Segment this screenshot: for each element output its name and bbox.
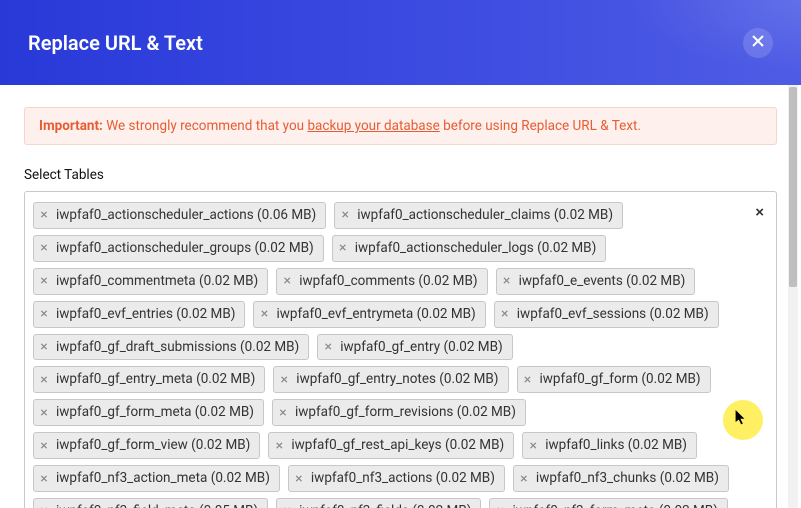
remove-chip-icon[interactable]: × <box>258 307 270 321</box>
chip-label: iwpfaf0_e_events (0.02 MB) <box>519 272 686 291</box>
chip-label: iwpfaf0_nf3_field_meta (0.05 MB) <box>56 502 258 508</box>
remove-chip-icon[interactable]: × <box>38 274 50 288</box>
remove-chip-icon[interactable]: × <box>38 504 50 508</box>
table-chip[interactable]: × iwpfaf0_nf3_fields (0.02 MB) <box>276 498 481 508</box>
table-chip[interactable]: × iwpfaf0_gf_entry_notes (0.02 MB) <box>273 366 508 393</box>
chip-label: iwpfaf0_gf_rest_api_keys (0.02 MB) <box>291 436 504 455</box>
remove-chip-icon[interactable]: × <box>281 504 293 508</box>
table-chip[interactable]: × iwpfaf0_comments (0.02 MB) <box>276 268 487 295</box>
table-chip[interactable]: × iwpfaf0_gf_form (0.02 MB) <box>517 366 711 393</box>
backup-link[interactable]: backup your database <box>307 118 439 134</box>
remove-chip-icon[interactable]: × <box>518 472 530 486</box>
table-chip[interactable]: × iwpfaf0_gf_entry_meta (0.02 MB) <box>33 366 265 393</box>
table-chip[interactable]: × iwpfaf0_evf_sessions (0.02 MB) <box>494 301 719 328</box>
chip-label: iwpfaf0_evf_entrymeta (0.02 MB) <box>276 305 475 324</box>
table-chip[interactable]: × iwpfaf0_gf_form_meta (0.02 MB) <box>33 399 264 426</box>
remove-chip-icon[interactable]: × <box>527 439 539 453</box>
remove-chip-icon[interactable]: × <box>281 274 293 288</box>
remove-chip-icon[interactable]: × <box>501 274 513 288</box>
chip-label: iwpfaf0_gf_form_view (0.02 MB) <box>56 436 250 455</box>
table-multiselect[interactable]: × iwpfaf0_actionscheduler_actions (0.06 M… <box>24 191 777 508</box>
modal-header: Replace URL & Text <box>0 0 801 85</box>
chip-label: iwpfaf0_actionscheduler_claims (0.02 MB) <box>357 206 613 225</box>
table-chip[interactable]: × iwpfaf0_actionscheduler_logs (0.02 MB) <box>332 235 607 262</box>
remove-chip-icon[interactable]: × <box>38 472 50 486</box>
table-chip[interactable]: × iwpfaf0_evf_entrymeta (0.02 MB) <box>253 301 485 328</box>
chip-label: iwpfaf0_nf3_fields (0.02 MB) <box>299 502 471 508</box>
table-chip[interactable]: × iwpfaf0_gf_rest_api_keys (0.02 MB) <box>268 432 514 459</box>
table-chip[interactable]: × iwpfaf0_gf_draft_submissions (0.02 MB) <box>33 334 309 361</box>
remove-chip-icon[interactable]: × <box>322 340 334 354</box>
notice-strong: Important: <box>39 118 103 134</box>
table-chip[interactable]: × iwpfaf0_nf3_form_meta (0.02 MB) <box>489 498 727 508</box>
remove-chip-icon[interactable]: × <box>38 406 50 420</box>
remove-chip-icon[interactable]: × <box>38 208 50 222</box>
clear-all-button[interactable]: × <box>753 202 766 223</box>
table-chip[interactable]: × iwpfaf0_nf3_actions (0.02 MB) <box>288 465 505 492</box>
remove-chip-icon[interactable]: × <box>38 307 50 321</box>
table-chip[interactable]: × iwpfaf0_gf_entry (0.02 MB) <box>317 334 512 361</box>
chip-label: iwpfaf0_gf_form_revisions (0.02 MB) <box>295 403 516 422</box>
select-tables-label: Select Tables <box>24 167 777 183</box>
chip-label: iwpfaf0_nf3_actions (0.02 MB) <box>311 469 495 488</box>
remove-chip-icon[interactable]: × <box>38 340 50 354</box>
chip-label: iwpfaf0_nf3_form_meta (0.02 MB) <box>512 502 717 508</box>
chip-label: iwpfaf0_evf_entries (0.02 MB) <box>56 305 235 324</box>
remove-chip-icon[interactable]: × <box>38 373 50 387</box>
table-chip[interactable]: × iwpfaf0_actionscheduler_groups (0.02 MB… <box>33 235 324 262</box>
remove-chip-icon[interactable]: × <box>494 504 506 508</box>
chip-label: iwpfaf0_nf3_action_meta (0.02 MB) <box>56 469 270 488</box>
chip-label: iwpfaf0_gf_entry_notes (0.02 MB) <box>296 370 498 389</box>
notice-pre: We strongly recommend that you <box>103 118 308 134</box>
table-chip[interactable]: × iwpfaf0_nf3_chunks (0.02 MB) <box>513 465 729 492</box>
table-chip[interactable]: × iwpfaf0_actionscheduler_claims (0.02 MB… <box>334 202 623 229</box>
chip-label: iwpfaf0_gf_form (0.02 MB) <box>540 370 701 389</box>
chip-label: iwpfaf0_comments (0.02 MB) <box>299 272 477 291</box>
chip-label: iwpfaf0_gf_form_meta (0.02 MB) <box>56 403 254 422</box>
modal-body: Important: We strongly recommend that yo… <box>0 85 801 508</box>
modal-title: Replace URL & Text <box>28 31 203 55</box>
table-chip[interactable]: × iwpfaf0_e_events (0.02 MB) <box>496 268 696 295</box>
remove-chip-icon[interactable]: × <box>522 373 534 387</box>
table-chip[interactable]: × iwpfaf0_actionscheduler_actions (0.06 M… <box>33 202 326 229</box>
close-button[interactable] <box>743 28 773 58</box>
close-icon <box>751 34 765 51</box>
remove-chip-icon[interactable]: × <box>337 241 349 255</box>
chip-label: iwpfaf0_actionscheduler_logs (0.02 MB) <box>355 239 597 258</box>
remove-chip-icon[interactable]: × <box>339 208 351 222</box>
table-chip[interactable]: × iwpfaf0_gf_form_revisions (0.02 MB) <box>272 399 526 426</box>
table-chip[interactable]: × iwpfaf0_links (0.02 MB) <box>522 432 697 459</box>
chip-label: iwpfaf0_gf_draft_submissions (0.02 MB) <box>56 338 299 357</box>
remove-chip-icon[interactable]: × <box>38 241 50 255</box>
chip-label: iwpfaf0_links (0.02 MB) <box>545 436 687 455</box>
remove-chip-icon[interactable]: × <box>273 439 285 453</box>
scrollbar[interactable] <box>788 85 798 508</box>
table-chip[interactable]: × iwpfaf0_evf_entries (0.02 MB) <box>33 301 245 328</box>
chip-label: iwpfaf0_gf_entry (0.02 MB) <box>340 338 502 357</box>
remove-chip-icon[interactable]: × <box>499 307 511 321</box>
remove-chip-icon[interactable]: × <box>293 472 305 486</box>
chip-label: iwpfaf0_evf_sessions (0.02 MB) <box>517 305 709 324</box>
table-chip[interactable]: × iwpfaf0_nf3_action_meta (0.02 MB) <box>33 465 280 492</box>
chip-label: iwpfaf0_nf3_chunks (0.02 MB) <box>536 469 719 488</box>
table-chip[interactable]: × iwpfaf0_gf_form_view (0.02 MB) <box>33 432 260 459</box>
scrollbar-thumb[interactable] <box>789 87 797 287</box>
table-chip[interactable]: × iwpfaf0_commentmeta (0.02 MB) <box>33 268 268 295</box>
chip-label: iwpfaf0_actionscheduler_actions (0.06 MB… <box>56 206 316 225</box>
table-chip[interactable]: × iwpfaf0_nf3_field_meta (0.05 MB) <box>33 498 268 508</box>
remove-chip-icon[interactable]: × <box>277 406 289 420</box>
remove-chip-icon[interactable]: × <box>38 439 50 453</box>
notice-post: before using Replace URL & Text. <box>440 118 641 134</box>
chip-label: iwpfaf0_commentmeta (0.02 MB) <box>56 272 258 291</box>
warning-notice: Important: We strongly recommend that yo… <box>24 107 777 145</box>
chip-label: iwpfaf0_actionscheduler_groups (0.02 MB) <box>56 239 314 258</box>
remove-chip-icon[interactable]: × <box>278 373 290 387</box>
chip-label: iwpfaf0_gf_entry_meta (0.02 MB) <box>56 370 255 389</box>
